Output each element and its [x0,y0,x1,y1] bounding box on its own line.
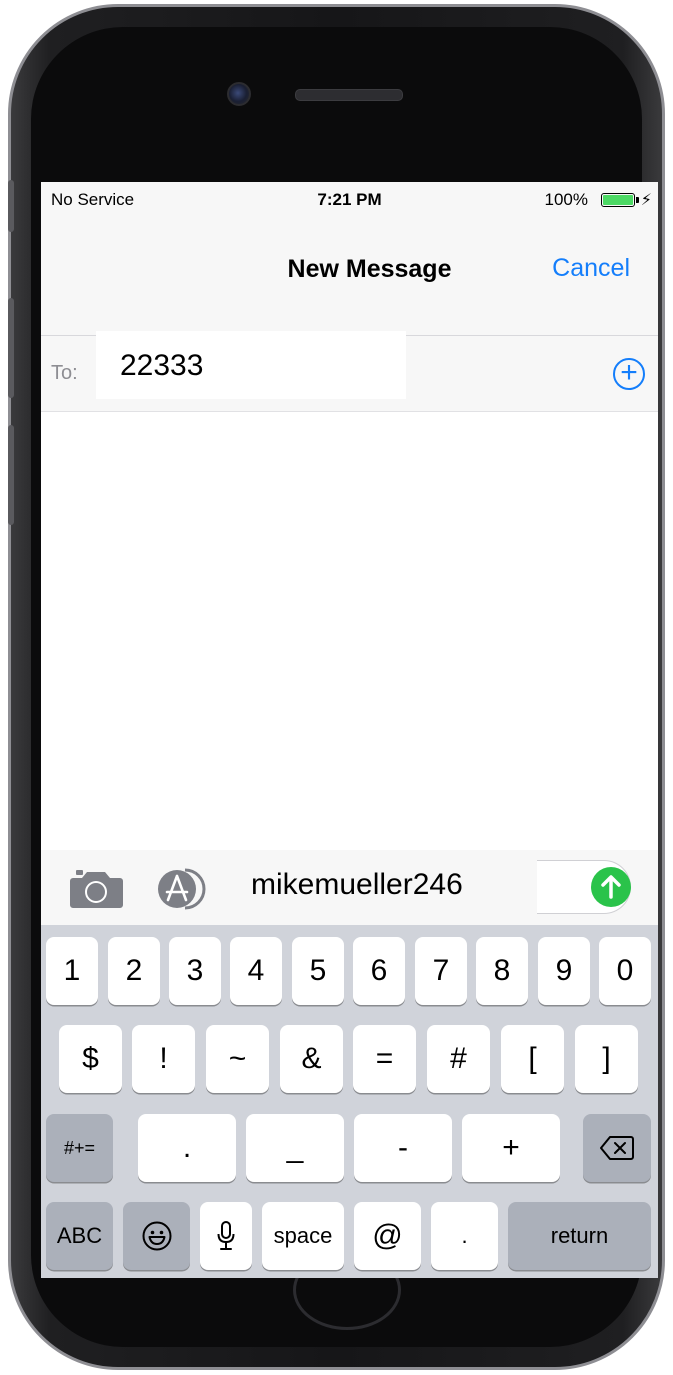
key-tilde[interactable]: ~ [206,1025,269,1093]
volume-down-button [8,425,14,525]
key-4[interactable]: 4 [230,937,282,1005]
plus-circle-icon[interactable]: + [613,358,645,390]
mute-switch [8,180,14,232]
key-open-bracket[interactable]: [ [501,1025,564,1093]
key-9[interactable]: 9 [538,937,590,1005]
message-composer: mikemueller246 [41,850,658,925]
key-equals[interactable]: = [353,1025,416,1093]
key-6[interactable]: 6 [353,937,405,1005]
emoji-icon[interactable] [123,1202,190,1270]
key-exclamation[interactable]: ! [132,1025,195,1093]
key-dollar[interactable]: $ [59,1025,122,1093]
keyboard: 1 2 3 4 5 6 7 8 9 0 $ ! ~ & = # [ ] #+= … [41,925,658,1278]
cancel-button[interactable]: Cancel [552,254,630,283]
key-underscore[interactable]: _ [246,1114,344,1182]
key-dot[interactable]: . [431,1202,498,1270]
key-2[interactable]: 2 [108,937,160,1005]
volume-up-button [8,298,14,398]
status-bar: No Service 7:21 PM 100% ⚡︎ [41,182,658,218]
space-key[interactable]: space [262,1202,344,1270]
bolt-icon: ⚡︎ [640,192,652,209]
key-ampersand[interactable]: & [280,1025,343,1093]
recipient-value: 22333 [120,349,204,382]
recipient-row: To: 22333 + [41,331,658,412]
key-hyphen[interactable]: - [354,1114,452,1182]
battery-percent: 100% [544,190,588,209]
key-plus[interactable]: + [462,1114,560,1182]
key-hash[interactable]: # [427,1025,490,1093]
to-label: To: [51,362,78,384]
message-input[interactable]: mikemueller246 [229,860,631,914]
backspace-icon[interactable] [583,1114,651,1182]
key-3[interactable]: 3 [169,937,221,1005]
abc-key[interactable]: ABC [46,1202,113,1270]
camera-icon[interactable] [67,868,123,910]
message-text: mikemueller246 [251,868,463,901]
key-close-bracket[interactable]: ] [575,1025,638,1093]
symbols-toggle-key[interactable]: #+= [46,1114,113,1182]
battery-icon [601,193,635,207]
key-period[interactable]: . [138,1114,236,1182]
recipient-input[interactable]: 22333 [96,331,406,399]
battery-tip [636,197,639,203]
key-at[interactable]: @ [354,1202,421,1270]
app-store-icon[interactable] [155,867,215,911]
microphone-icon[interactable] [200,1202,252,1270]
key-7[interactable]: 7 [415,937,467,1005]
arrow-up-icon[interactable] [591,867,631,907]
front-camera [227,82,251,106]
key-1[interactable]: 1 [46,937,98,1005]
key-0[interactable]: 0 [599,937,651,1005]
navigation-bar: New Message Cancel [41,218,658,336]
key-5[interactable]: 5 [292,937,344,1005]
key-8[interactable]: 8 [476,937,528,1005]
earpiece-speaker [295,89,403,101]
return-key[interactable]: return [508,1202,651,1270]
phone-screen: No Service 7:21 PM 100% ⚡︎ New Message C… [41,182,658,1278]
